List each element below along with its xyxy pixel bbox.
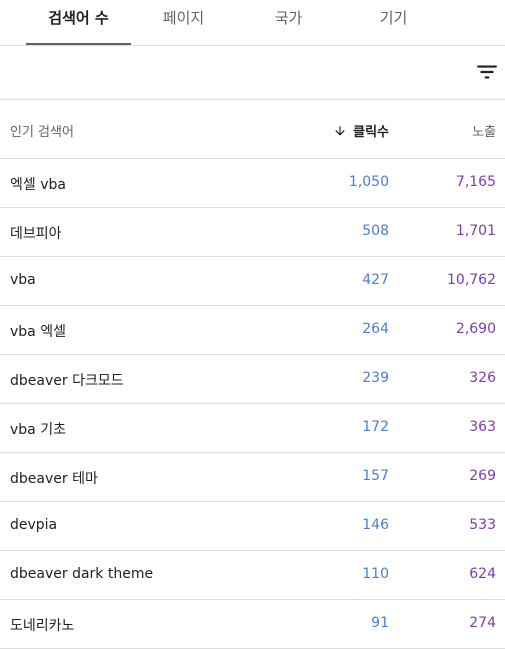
column-header-clicks-label: 클릭수 — [353, 125, 389, 140]
clicks-cell: 146 — [362, 517, 389, 533]
query-cell: dbeaver 다크모드 — [10, 373, 124, 389]
query-cell: 도네리카노 — [10, 618, 75, 634]
impressions-cell: 10,762 — [447, 272, 496, 288]
impressions-cell: 533 — [469, 517, 496, 533]
table-row[interactable]: dbeaver 다크모드 239 326 — [0, 355, 505, 404]
query-cell: vba 기초 — [10, 422, 66, 438]
filter-bar — [0, 46, 505, 100]
impressions-cell: 274 — [469, 615, 496, 631]
table-row[interactable]: 데브피아 508 1,701 — [0, 208, 505, 257]
clicks-cell: 1,050 — [348, 174, 389, 190]
table-row[interactable]: 도네리카노 91 274 — [0, 600, 505, 649]
clicks-cell: 157 — [362, 468, 389, 484]
query-cell: dbeaver 테마 — [10, 471, 98, 487]
query-cell: 데브피아 — [10, 226, 62, 242]
table-row[interactable]: vba 427 10,762 — [0, 257, 505, 306]
table-body: 엑셀 vba 1,050 7,165 데브피아 508 1,701 vba 42… — [0, 159, 505, 649]
query-cell: vba 엑셀 — [10, 324, 66, 340]
clicks-cell: 172 — [362, 419, 389, 435]
tab-bar: 검색어 수 페이지 국가 기기 — [0, 0, 505, 46]
clicks-cell: 508 — [362, 223, 389, 239]
clicks-cell: 427 — [362, 272, 389, 288]
tab-devices[interactable]: 기기 — [341, 0, 446, 45]
tab-pages[interactable]: 페이지 — [131, 0, 236, 45]
query-cell: 엑셀 vba — [10, 177, 66, 193]
table-row[interactable]: dbeaver 테마 157 269 — [0, 453, 505, 502]
table-row[interactable]: devpia 146 533 — [0, 502, 505, 551]
clicks-cell: 264 — [362, 321, 389, 337]
table-row[interactable]: vba 엑셀 264 2,690 — [0, 306, 505, 355]
tab-queries[interactable]: 검색어 수 — [26, 0, 131, 45]
active-tab-indicator — [26, 43, 131, 45]
impressions-cell: 363 — [469, 419, 496, 435]
impressions-cell: 624 — [469, 566, 496, 582]
filter-icon[interactable] — [474, 59, 500, 85]
clicks-cell: 91 — [371, 615, 389, 631]
tab-countries[interactable]: 국가 — [236, 0, 341, 45]
table-row[interactable]: vba 기초 172 363 — [0, 404, 505, 453]
query-cell: dbeaver dark theme — [10, 566, 154, 582]
table-row[interactable]: 엑셀 vba 1,050 7,165 — [0, 159, 505, 208]
clicks-cell: 110 — [362, 566, 389, 582]
column-header-clicks[interactable]: 클릭수 — [333, 121, 389, 140]
table-row[interactable]: dbeaver dark theme 110 624 — [0, 551, 505, 600]
query-cell: vba — [10, 272, 36, 288]
arrow-down-icon — [335, 125, 345, 136]
table-header: 인기 검색어 클릭수 노출 — [0, 100, 505, 159]
column-header-impressions[interactable]: 노출 — [472, 121, 496, 140]
query-cell: devpia — [10, 517, 58, 533]
clicks-cell: 239 — [362, 370, 389, 386]
impressions-cell: 326 — [469, 370, 496, 386]
impressions-cell: 269 — [469, 468, 496, 484]
impressions-cell: 2,690 — [455, 321, 496, 337]
impressions-cell: 1,701 — [455, 223, 496, 239]
impressions-cell: 7,165 — [455, 174, 496, 190]
column-header-query[interactable]: 인기 검색어 — [10, 121, 74, 140]
